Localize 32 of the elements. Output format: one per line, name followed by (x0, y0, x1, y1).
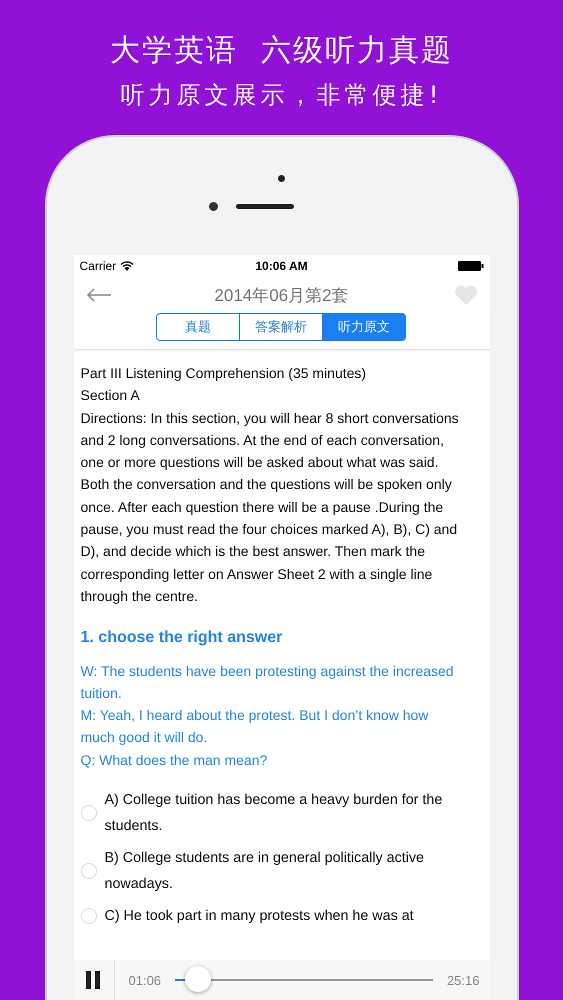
speaker-slot (236, 204, 294, 209)
radio-button[interactable] (80, 863, 96, 880)
transcript-line: Q: What does the man mean? (80, 750, 268, 770)
option-text[interactable]: B) College students are in general politically active nowadays. (104, 845, 464, 898)
radio-button[interactable] (80, 805, 96, 822)
slider-thumb[interactable] (185, 966, 212, 992)
clock-time: 10:06 AM (255, 259, 308, 273)
pause-icon[interactable] (86, 971, 100, 989)
carrier-label: Carrier (80, 259, 116, 273)
heart-icon[interactable] (454, 285, 478, 305)
question-title: 1. choose the right answer (80, 628, 284, 648)
option-text[interactable]: A) College tuition has become a heavy burden for the students. (104, 787, 464, 840)
segment-tab[interactable]: 听力原文 (322, 313, 406, 341)
intro-paragraph: Section A (80, 386, 141, 406)
radio-button[interactable] (80, 908, 96, 924)
total-time: 25:16 (446, 972, 480, 988)
intro-paragraph: Part III Listening Comprehension (35 minutes) (80, 364, 368, 383)
option-text[interactable]: C) He took part in many protests when he was at (104, 903, 414, 930)
banner-subtitle: 听力原文展示，非常便捷! (120, 80, 442, 111)
camera-dot (209, 202, 218, 211)
transcript-line: M: Yeah, I heard about the protest. But I don’t know how much good it will do. (80, 706, 430, 748)
segment-tab[interactable]: 真题 (156, 313, 240, 341)
transcript-line: W: The students have been protesting against the increased tuition. (80, 662, 455, 703)
wifi-icon (120, 261, 134, 271)
sensor-dot (278, 175, 285, 182)
back-arrow-icon[interactable] (86, 288, 112, 302)
elapsed-time: 01:06 (128, 972, 162, 988)
banner-title: 大学英语 六级听力真题 (110, 32, 454, 70)
intro-paragraph: Directions: In this section, you will hear 8 short conversations and 2 long conversations. At the end of each conversation, one or more questions will be asked about what was said. Both the conversation and the questions will be spoken only once. After each question there will be a pause .During the pause, you must read the four choices marked A), B), C) and D), and decide which is the best answer. Then mark the corresponding letter on Answer Sheet 2 with a single line through the centre. (80, 408, 460, 606)
page-title: 2014年06月第2套 (214, 284, 349, 306)
segment-tab[interactable]: 答案解析 (239, 313, 323, 341)
battery-icon (458, 261, 484, 271)
